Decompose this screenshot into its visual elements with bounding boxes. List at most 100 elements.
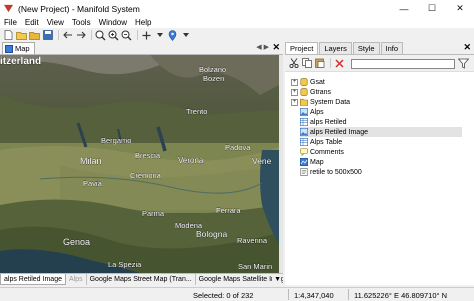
map-scale[interactable]: 1:4,347,040 [294, 291, 334, 300]
tab-style[interactable]: Style [352, 42, 380, 54]
tree-item-alps-table[interactable]: Alps Table [300, 137, 342, 147]
project-filter-input[interactable] [351, 59, 455, 69]
delete-x-icon [335, 58, 344, 68]
copy-icon [301, 58, 312, 68]
satellite-map[interactable]: itzerland Bolzano Bozen Trento Bergamo B… [0, 55, 279, 273]
layer-tabs-dropdown[interactable]: ▼ [272, 274, 281, 285]
maximize-button[interactable]: ☐ [418, 0, 446, 17]
tree-expander[interactable]: + [291, 98, 298, 106]
copy-button[interactable] [301, 58, 312, 69]
project-pane-tabbar: Project Layers Style Info ✕ [285, 42, 474, 55]
location-button[interactable] [167, 29, 178, 41]
map-label-ravenna: Ravenna [237, 236, 268, 245]
zoom-in-icon [108, 30, 119, 40]
zoom-in-button[interactable] [108, 30, 119, 41]
map-label-cremona: Cremona [130, 171, 162, 180]
scissors-icon [288, 58, 299, 68]
tree-item-label: Alps Table [310, 138, 343, 146]
table-icon [300, 118, 308, 126]
map-scrollbar[interactable] [279, 55, 283, 273]
open-project-button[interactable] [16, 30, 27, 41]
tree-item-label: Gtrans [310, 88, 332, 96]
map-label-ferrara: Ferrara [216, 206, 241, 215]
map-label-trento: Trento [186, 107, 207, 116]
close-project-pane-button[interactable]: ✕ [463, 42, 471, 53]
layer-tab-google-satellite[interactable]: Google Maps Satellite Image :... [196, 274, 283, 285]
tree-item-retile-query[interactable]: retile to 500x500 [300, 167, 362, 177]
status-divider [288, 289, 289, 300]
tab-project[interactable]: Project [285, 42, 319, 54]
map-canvas[interactable]: itzerland Bolzano Bozen Trento Bergamo B… [0, 55, 279, 273]
tree-item-comments[interactable]: Comments [300, 147, 344, 157]
tree-item-label: retile to 500x500 [310, 168, 362, 176]
comments-icon [300, 148, 308, 156]
menu-window[interactable]: Window [99, 18, 127, 27]
project-tree: + Gsat + Gtrans + System Data Alps alps … [285, 71, 474, 285]
close-map-button[interactable]: ✕ [272, 42, 280, 53]
map-label-pavia: Pavia [83, 179, 103, 188]
tab-info[interactable]: Info [380, 42, 404, 54]
undo-button[interactable] [62, 30, 73, 41]
layer-tab-google-street-map[interactable]: Google Maps Street Map (Tran... [87, 274, 196, 285]
tree-item-gsat[interactable]: + Gsat [291, 77, 325, 87]
zoom-icon [95, 30, 106, 40]
tab-layers[interactable]: Layers [319, 42, 352, 54]
map-label-san-marino: San Marin [238, 262, 272, 271]
map-label-bozen: Bozen [203, 74, 224, 83]
map-pin-icon [168, 29, 177, 41]
database-icon [300, 78, 308, 86]
map-label-la-spezia: La Spezia [108, 260, 142, 269]
zoom-window-button[interactable] [95, 30, 106, 41]
tree-item-alps[interactable]: Alps [300, 107, 324, 117]
tree-item-label: Map [310, 158, 324, 166]
menu-bar: File Edit View Tools Window Help [0, 17, 474, 28]
toolbar-separator [58, 30, 59, 40]
menu-edit[interactable]: Edit [25, 18, 39, 27]
tree-item-label: Alps [310, 108, 324, 116]
redo-button[interactable] [75, 30, 86, 41]
map-label-parma: Parma [142, 209, 165, 218]
tab-map[interactable]: Map [2, 42, 35, 54]
tree-item-label: alps Retiled Image [310, 128, 368, 136]
menu-view[interactable]: View [47, 18, 64, 27]
add-dropdown-button[interactable] [154, 30, 165, 41]
menu-tools[interactable]: Tools [72, 18, 91, 27]
tree-item-alps-retiled[interactable]: alps Retiled [300, 117, 347, 127]
redo-arrow-icon [76, 31, 86, 39]
table-icon [300, 138, 308, 146]
layer-tab-alps[interactable]: Alps [66, 274, 87, 285]
save-button[interactable] [42, 30, 53, 41]
close-window-button[interactable]: ✕ [446, 0, 474, 17]
layer-tab-alps-retiled-image[interactable]: alps Retiled Image [0, 274, 66, 285]
open-folder-icon [16, 31, 27, 40]
paste-button[interactable] [314, 58, 325, 69]
tree-item-label: alps Retiled [310, 118, 347, 126]
menu-file[interactable]: File [4, 18, 17, 27]
toolbar-separator [91, 30, 92, 40]
map-label-milan: Milan [80, 156, 102, 166]
add-component-button[interactable] [141, 30, 152, 41]
save-disk-icon [42, 30, 53, 40]
query-icon [300, 168, 308, 176]
map-label-brescia: Brescia [135, 151, 161, 160]
main-toolbar [0, 28, 474, 42]
minimize-button[interactable]: — [390, 0, 418, 17]
tree-item-gtrans[interactable]: + Gtrans [291, 87, 331, 97]
tree-expander[interactable]: + [291, 78, 298, 86]
zoom-out-button[interactable] [121, 30, 132, 41]
map-label-bergamo: Bergamo [101, 136, 131, 145]
tab-scroll-arrows[interactable]: ◀ ▶ [256, 43, 269, 51]
map-label-genoa: Genoa [63, 237, 90, 247]
tree-item-alps-retiled-image[interactable]: alps Retiled Image [300, 127, 462, 137]
tree-expander[interactable]: + [291, 88, 298, 96]
status-bar: Selected: 0 of 232 1:4,347,040 11.625226… [0, 287, 474, 301]
cut-button[interactable] [288, 58, 299, 69]
open-folder-button[interactable] [29, 30, 40, 41]
delete-button[interactable] [334, 58, 345, 69]
menu-help[interactable]: Help [135, 18, 151, 27]
tree-item-map[interactable]: Map [300, 157, 324, 167]
filter-funnel-icon[interactable] [458, 58, 469, 69]
location-dropdown-button[interactable] [180, 30, 191, 41]
tree-item-system-data[interactable]: + System Data [291, 97, 350, 107]
new-project-button[interactable] [3, 30, 14, 41]
